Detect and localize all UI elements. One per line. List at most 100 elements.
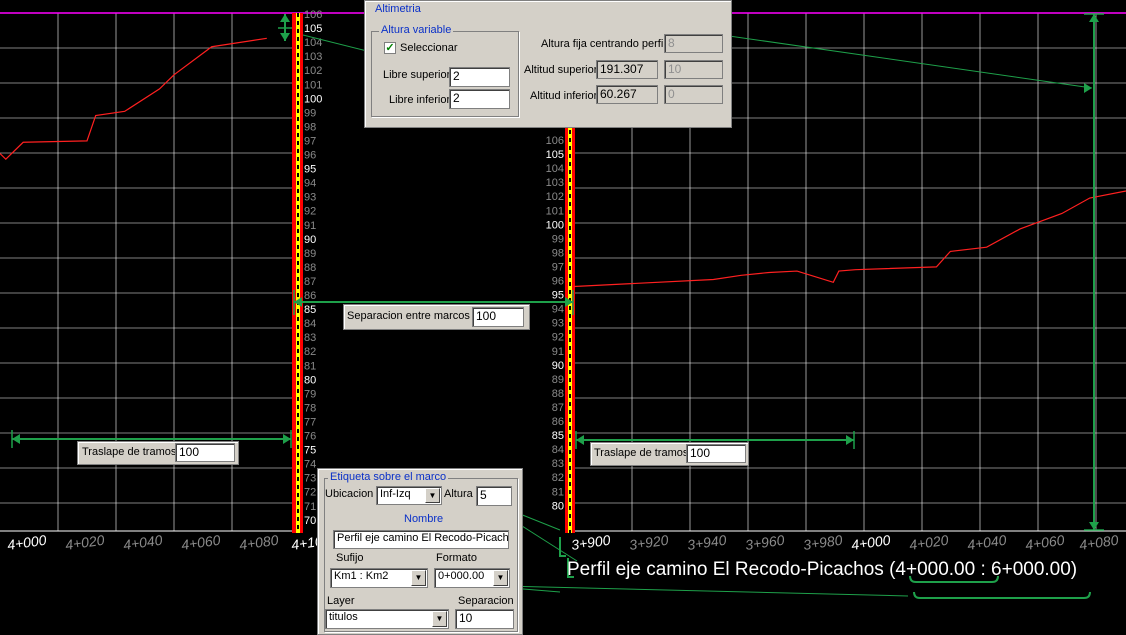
traslape-left-panel: Traslape de tramos 100 — [77, 441, 239, 465]
frame-dash — [297, 445, 299, 449]
frame-dash — [297, 85, 299, 89]
elevation-label: 83 — [552, 458, 564, 470]
frame-dash — [569, 346, 571, 350]
etiqueta-panel: Etiqueta sobre el marco Ubicacion Inf-Iz… — [317, 468, 523, 635]
station-label: 4+040 — [122, 532, 163, 553]
libre-inferior-input[interactable]: 2 — [449, 89, 510, 109]
ubicacion-value: Inf-Izq — [380, 488, 411, 500]
frame-dash — [297, 469, 299, 473]
station-label: 3+920 — [628, 532, 669, 553]
frame-dash — [297, 485, 299, 489]
frame-dash — [569, 210, 571, 214]
elevation-label: 103 — [546, 177, 564, 189]
frame-dash — [297, 389, 299, 393]
frame-band — [300, 13, 303, 533]
frame-dash — [569, 354, 571, 358]
frame-dash — [297, 13, 299, 17]
elevation-label: 91 — [304, 220, 316, 232]
formato-select[interactable]: 0+000.00 ▼ — [434, 568, 510, 588]
seleccionar-checkbox[interactable]: ✓ — [384, 42, 396, 54]
arrow-head — [1089, 14, 1099, 22]
frame-dash — [297, 149, 299, 153]
frame-dash — [297, 253, 299, 257]
frame-dash — [569, 474, 571, 478]
elevation-label: 106 — [546, 135, 564, 147]
frame-dash — [569, 450, 571, 454]
frame-dash — [297, 461, 299, 465]
frame-dash — [297, 365, 299, 369]
frame-dash — [297, 197, 299, 201]
station-label: 4+060 — [180, 532, 221, 553]
chevron-down-icon[interactable]: ▼ — [411, 570, 426, 586]
frame-dash — [569, 234, 571, 238]
frame-dash — [297, 373, 299, 377]
frame-dash — [297, 93, 299, 97]
leader-line — [461, 584, 909, 597]
altura-label: Altura — [444, 488, 473, 500]
frame-dash — [569, 442, 571, 446]
traslape-left-label: Traslape de tramos — [82, 446, 177, 458]
nombre-input[interactable]: Perfil eje camino El Recodo-Picach — [333, 530, 509, 549]
brace — [913, 591, 1091, 599]
elevation-label: 96 — [552, 276, 564, 288]
frame-dash — [569, 426, 571, 430]
elevation-label: 93 — [552, 318, 564, 330]
left-profile-line — [0, 37, 267, 160]
arrow-head — [280, 14, 290, 22]
elevation-label: 102 — [546, 191, 564, 203]
frame-dash — [569, 194, 571, 198]
frame-dash — [569, 434, 571, 438]
altitud-superior-label: Altitud superior — [524, 64, 598, 76]
station-label: 3+900 — [570, 532, 611, 553]
frame-band — [572, 120, 575, 533]
frame-dash — [297, 117, 299, 121]
altitud-inferior-fixed-input[interactable]: 0 — [664, 85, 723, 104]
elevation-label: 101 — [304, 79, 322, 91]
station-label: 4+020 — [64, 532, 105, 553]
libre-superior-input[interactable]: 2 — [449, 67, 510, 87]
frame-dash — [297, 189, 299, 193]
frame-dash — [297, 357, 299, 361]
elevation-label: 73 — [304, 473, 316, 485]
nombre-label: Nombre — [404, 513, 444, 525]
station-label: 4+020 — [908, 532, 949, 553]
chevron-down-icon[interactable]: ▼ — [432, 611, 447, 627]
elevation-label: 71 — [304, 501, 316, 513]
altura-fija-input[interactable]: 8 — [664, 34, 723, 53]
ubicacion-select[interactable]: Inf-Izq ▼ — [376, 486, 442, 505]
frame-dash — [297, 309, 299, 313]
elevation-label: 83 — [304, 332, 316, 344]
station-label: 3+980 — [802, 532, 843, 553]
elevation-label: 105 — [546, 149, 564, 161]
sufijo-select[interactable]: Km1 : Km2 ▼ — [330, 568, 428, 588]
chevron-down-icon[interactable]: ▼ — [425, 488, 440, 503]
frame-dash — [297, 349, 299, 353]
frame-dash — [569, 170, 571, 174]
traslape-left-input[interactable]: 100 — [175, 443, 235, 462]
elevation-label: 77 — [304, 416, 316, 428]
frame-dash — [569, 330, 571, 334]
frame-dash — [297, 453, 299, 457]
frame-dash — [297, 317, 299, 321]
frame-dash — [569, 370, 571, 374]
altitud-inferior-value: 60.267 — [596, 85, 658, 104]
elevation-label: 100 — [546, 219, 564, 231]
chevron-down-icon[interactable]: ▼ — [493, 570, 508, 586]
layer-select[interactable]: titulos ▼ — [325, 609, 449, 629]
separacion-etiqueta-input[interactable]: 10 — [455, 609, 514, 629]
frame-dash — [297, 181, 299, 185]
altitud-inferior-label: Altitud inferior — [530, 90, 598, 102]
traslape-right-input[interactable]: 100 — [686, 444, 746, 463]
frame-dash — [569, 130, 571, 134]
frame-dash — [569, 466, 571, 470]
elevation-label: 82 — [304, 346, 316, 358]
layer-label: Layer — [327, 595, 355, 607]
elevation-label: 99 — [552, 233, 564, 245]
elevation-label: 90 — [304, 234, 316, 246]
elevation-label: 88 — [304, 262, 316, 274]
separacion-input[interactable]: 100 — [472, 307, 524, 327]
frame-dash — [297, 173, 299, 177]
altitud-superior-fixed-input[interactable]: 10 — [664, 60, 723, 79]
elevation-label: 89 — [304, 248, 316, 260]
altura-input[interactable]: 5 — [476, 486, 512, 506]
